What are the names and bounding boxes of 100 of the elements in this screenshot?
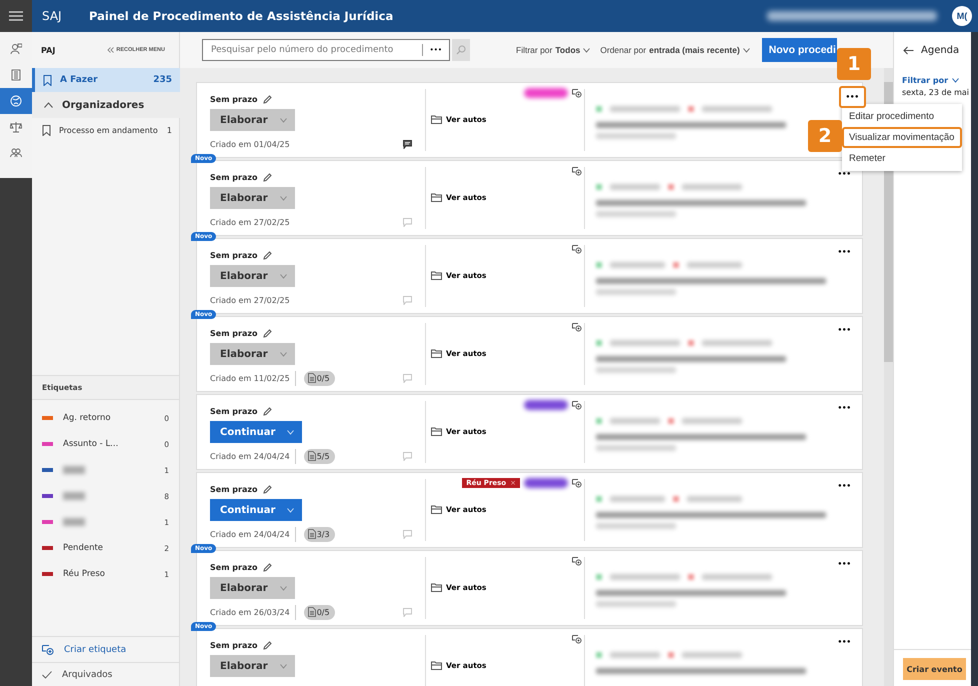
sidebar-item[interactable]: A Fazer 235 xyxy=(32,68,180,92)
chevron-down-icon xyxy=(280,586,287,590)
tag-button[interactable] xyxy=(572,556,582,566)
chevron-down-icon xyxy=(742,48,750,52)
folder-icon xyxy=(431,504,442,514)
pencil-icon xyxy=(262,250,272,260)
tag-button[interactable] xyxy=(572,634,582,644)
user-avatar[interactable]: M( xyxy=(952,6,972,26)
comment-icon xyxy=(403,608,412,616)
edit-button[interactable] xyxy=(262,406,272,416)
comment-icon xyxy=(403,296,412,304)
pencil-icon xyxy=(262,562,272,572)
blurred-text xyxy=(668,184,674,190)
folder-icon xyxy=(431,426,442,436)
comment-icon xyxy=(403,530,412,538)
blurred-text xyxy=(610,106,680,112)
tag-icon xyxy=(572,244,582,254)
pencil-icon xyxy=(262,94,272,104)
blurred-text xyxy=(596,496,602,502)
menu-item[interactable]: Visualizar movimentação xyxy=(842,127,962,148)
folder-icon xyxy=(431,114,442,124)
menu-item[interactable]: Editar procedimento xyxy=(842,106,962,127)
menu-item[interactable]: Remeter xyxy=(842,148,962,169)
blurred-text xyxy=(668,652,674,658)
action-button[interactable]: Elaborar xyxy=(210,265,295,287)
tag-button[interactable] xyxy=(572,400,582,410)
sidebar-item[interactable]: Processo em andamento 1 xyxy=(32,118,180,142)
group-icon xyxy=(10,147,22,159)
action-button[interactable]: Elaborar xyxy=(210,187,295,209)
check-icon xyxy=(42,670,52,678)
chevron-down-icon xyxy=(287,430,294,434)
edit-button[interactable] xyxy=(262,94,272,104)
tag-button[interactable] xyxy=(572,322,582,332)
created-date: Criado em 01/04/25 xyxy=(210,140,290,148)
tag-icon xyxy=(572,166,582,176)
action-button[interactable]: Elaborar xyxy=(210,655,295,677)
action-button[interactable]: Continuar xyxy=(210,499,302,521)
blurred-text xyxy=(687,496,742,502)
created-date: Criado em 24/04/24 xyxy=(210,452,290,460)
edit-button[interactable] xyxy=(262,562,272,572)
step-number: 2 xyxy=(808,120,842,152)
section-header[interactable]: Organizadores xyxy=(32,92,180,118)
blurred-text xyxy=(596,262,602,268)
chevron-down-icon xyxy=(280,274,287,278)
search-icon xyxy=(456,45,466,55)
tag-button[interactable] xyxy=(572,244,582,254)
edit-button[interactable] xyxy=(262,640,272,650)
comment-button[interactable] xyxy=(403,140,412,148)
blurred-text xyxy=(596,574,602,580)
sort-dropdown[interactable]: Ordenar por entrada (mais recente) xyxy=(600,45,750,55)
deadline-label: Sem prazo xyxy=(210,640,258,650)
double-chevron-icon xyxy=(107,47,114,53)
blurred-text xyxy=(610,574,680,580)
tag-button[interactable] xyxy=(572,166,582,176)
action-button[interactable]: Elaborar xyxy=(210,343,295,365)
pencil-icon xyxy=(262,328,272,338)
pencil-icon xyxy=(262,406,272,416)
chevron-down-icon xyxy=(287,508,294,512)
pencil-icon xyxy=(262,484,272,494)
panel-title: Agenda xyxy=(921,44,960,56)
blurred-text xyxy=(702,106,772,112)
created-date: Criado em 24/04/24 xyxy=(210,530,290,538)
action-button[interactable]: Elaborar xyxy=(210,577,295,599)
tag-icon xyxy=(572,634,582,644)
deadline-label: Sem prazo xyxy=(210,562,258,572)
app-title: Painel de Procedimento de Assistência Jurídica xyxy=(89,9,394,23)
folder-icon xyxy=(431,270,442,280)
edit-button[interactable] xyxy=(262,484,272,494)
app-name: SAJ xyxy=(42,9,63,23)
blurred-text xyxy=(596,418,602,424)
pencil-icon xyxy=(262,640,272,650)
action-button[interactable]: Elaborar xyxy=(210,109,295,131)
tag-add-icon xyxy=(42,644,54,654)
blurred-text xyxy=(596,184,602,190)
document-icon xyxy=(308,451,316,461)
back-arrow-icon xyxy=(903,46,914,54)
created-date: Criado em 26/03/24 xyxy=(210,608,290,616)
edit-button[interactable] xyxy=(262,328,272,338)
create-event-button[interactable]: Criar evento xyxy=(903,658,966,680)
new-procedure-button[interactable]: Novo procedi xyxy=(762,38,837,62)
edit-button[interactable] xyxy=(262,250,272,260)
deadline-label: Sem prazo xyxy=(210,484,258,494)
tag-icon xyxy=(572,88,582,98)
tag-button[interactable] xyxy=(572,88,582,98)
edit-button[interactable] xyxy=(262,172,272,182)
blurred-text xyxy=(596,652,602,658)
blurred-text xyxy=(610,184,660,190)
blurred-text xyxy=(596,340,602,346)
action-button[interactable]: Continuar xyxy=(210,421,302,443)
tag-button[interactable] xyxy=(572,478,582,488)
filter-dropdown[interactable]: Filtrar por xyxy=(902,76,971,85)
filter-dropdown[interactable]: Filtrar por Todos xyxy=(516,45,590,55)
document-icon xyxy=(308,373,316,383)
back-button[interactable] xyxy=(903,46,914,54)
blurred-text xyxy=(610,496,665,502)
blurred-text xyxy=(673,262,679,268)
nav-button[interactable] xyxy=(0,88,32,114)
menu-button[interactable] xyxy=(0,0,32,32)
chevron-up-icon xyxy=(44,102,53,108)
documents-count: 0/5 xyxy=(304,370,335,386)
